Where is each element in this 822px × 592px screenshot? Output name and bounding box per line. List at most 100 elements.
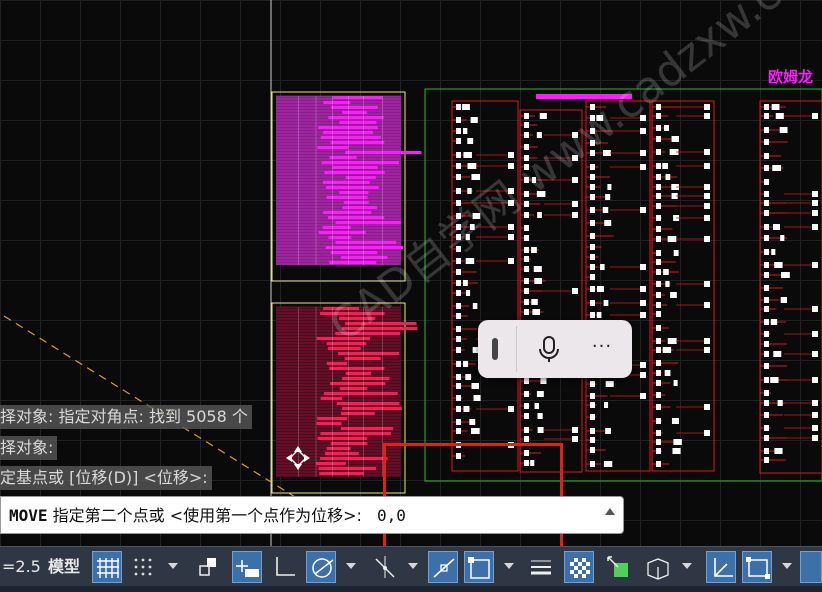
ladder-column-1-contact	[456, 383, 461, 389]
annotation-scale[interactable]: =2.5	[2, 547, 41, 587]
io-table-1	[276, 95, 422, 265]
ladder-column-5-coil	[812, 331, 818, 337]
isodraft-icon[interactable]	[370, 551, 400, 583]
command-line[interactable]: MOVE 指定第二个点或 <使用第一个点作为位移>: 0,0	[0, 496, 624, 534]
ladder-column-2-coil	[572, 288, 578, 294]
ladder-column-1-contact	[456, 303, 461, 309]
ladder-column-1-contact	[456, 336, 461, 342]
ladder-column-3-contact	[590, 233, 595, 239]
ladder-column-3-coil	[640, 372, 646, 378]
ladder-column-5-contact	[779, 127, 788, 133]
ladder-column-3-contact	[590, 393, 595, 399]
ladder-column-5-contact	[764, 412, 769, 418]
ladder-column-4-contact	[656, 392, 661, 398]
dynamic-input-icon[interactable]	[232, 551, 262, 583]
ladder-column-5-contact	[774, 262, 783, 268]
ladder-column-5-contact	[764, 425, 769, 431]
ladder-column-2-contact	[524, 378, 529, 384]
selection-filter-icon[interactable]	[742, 551, 772, 583]
ladder-column-5-coil	[812, 210, 818, 216]
ladder-column-4-contact	[656, 174, 661, 180]
ladder-column-3-contact	[590, 428, 595, 434]
ladder-column-2-contact	[524, 299, 529, 305]
ladder-column-4-contact	[656, 226, 661, 232]
ladder-column-2-contact	[524, 288, 529, 294]
3d-osnap-dropdown-icon[interactable]	[682, 563, 692, 569]
command-history-line-3: 定基点或 [位移(D)] <位移>:	[0, 466, 212, 490]
ladder-column-1-contact	[472, 303, 478, 309]
ladder-column-1-contact	[456, 374, 461, 380]
isodraft-dropdown-icon[interactable]	[408, 563, 418, 569]
ladder-column-1-contact	[467, 138, 474, 144]
polar-dropdown-icon[interactable]	[346, 563, 356, 569]
grid-icon[interactable]	[92, 551, 122, 583]
selection-filter-dropdown-icon[interactable]	[782, 563, 792, 569]
3d-object-snap-icon[interactable]	[642, 551, 672, 583]
ladder-column-4-contact	[667, 236, 677, 242]
ladder-column-3-coil	[640, 393, 646, 399]
ladder-column-2-contact	[524, 278, 529, 284]
polar-icon[interactable]	[306, 551, 336, 583]
ladder-column-5-coil	[812, 113, 818, 119]
gizmo-icon[interactable]	[800, 551, 822, 583]
ladder-column-1-contact	[456, 128, 461, 134]
ladder-column-3-coil	[640, 150, 646, 156]
object-snap-tracking-icon[interactable]	[428, 551, 458, 583]
ladder-column-1-contact	[471, 383, 480, 389]
infer-constraints-icon[interactable]	[194, 551, 224, 583]
ladder-column-4-coil	[704, 215, 710, 221]
ladder-column-5-contact	[764, 191, 769, 197]
ladder-column-5-contact	[764, 297, 769, 303]
command-input-value[interactable]: 0,0	[377, 506, 406, 525]
ladder-column-1-contact	[465, 374, 472, 380]
ladder-column-2-contact	[524, 256, 529, 262]
more-icon[interactable]: ···	[582, 330, 622, 368]
ladder-column-5-contact	[764, 319, 769, 325]
ladder-column-1-contact	[463, 152, 472, 158]
ladder-column-5-coil	[812, 200, 818, 206]
ladder-column-5-contact	[780, 297, 788, 303]
ladder-column-5-contact	[764, 448, 769, 454]
ladder-column-3-contact	[603, 300, 609, 306]
ladder-column-5-contact	[770, 377, 779, 383]
ladder-column-5-coil	[812, 435, 818, 441]
command-history-toggle-icon[interactable]	[605, 508, 615, 515]
ladder-column-1-contact	[473, 395, 481, 401]
ladder-column-5-contact	[772, 165, 782, 171]
ladder-column-3-coil	[640, 300, 646, 306]
object-snap-icon[interactable]	[464, 551, 494, 583]
drag-handle-icon[interactable]	[492, 338, 498, 360]
ladder-column-4-contact	[656, 311, 661, 317]
ladder-column-4-contact	[656, 448, 661, 454]
ladder-column-3-contact	[590, 381, 595, 387]
microphone-icon[interactable]	[530, 330, 568, 368]
ladder-column-4-contact	[656, 113, 661, 119]
ladder-column-3-contact	[590, 184, 595, 190]
ladder-column-2-coil	[572, 436, 578, 442]
selection-cycling-icon[interactable]	[604, 551, 634, 583]
drawing-title: 欧姆龙	[768, 68, 813, 86]
command-history-line-2: 择对象:	[0, 436, 58, 460]
lineweight-icon[interactable]	[526, 551, 556, 583]
snap-icon[interactable]	[128, 551, 158, 583]
ladder-column-2-contact	[524, 436, 529, 442]
dynamic-ucs-icon[interactable]	[706, 551, 736, 583]
ladder-column-1-contact	[471, 174, 481, 180]
ladder-column-5-contact	[764, 153, 769, 159]
model-space-button[interactable]: 模型	[48, 547, 80, 587]
ladder-column-3-contact	[590, 414, 595, 420]
ladder-column-5-coil	[812, 262, 818, 268]
ladder-column-2-contact	[537, 413, 543, 419]
ladder-column-2-coil	[572, 201, 578, 207]
ladder-column-5-contact	[764, 272, 769, 278]
snap-dropdown-icon[interactable]	[168, 563, 178, 569]
ladder-column-4-contact	[656, 292, 661, 298]
ladder-column-5-contact	[764, 285, 769, 291]
object-snap-dropdown-icon[interactable]	[504, 563, 514, 569]
transparency-icon[interactable]	[564, 551, 594, 583]
ladder-column-4-contact	[672, 448, 681, 454]
ladder-column-5-contact	[764, 390, 769, 396]
ortho-icon[interactable]	[270, 551, 300, 583]
ladder-column-1-contact	[471, 428, 480, 434]
ladder-column-5-contact	[764, 331, 769, 337]
